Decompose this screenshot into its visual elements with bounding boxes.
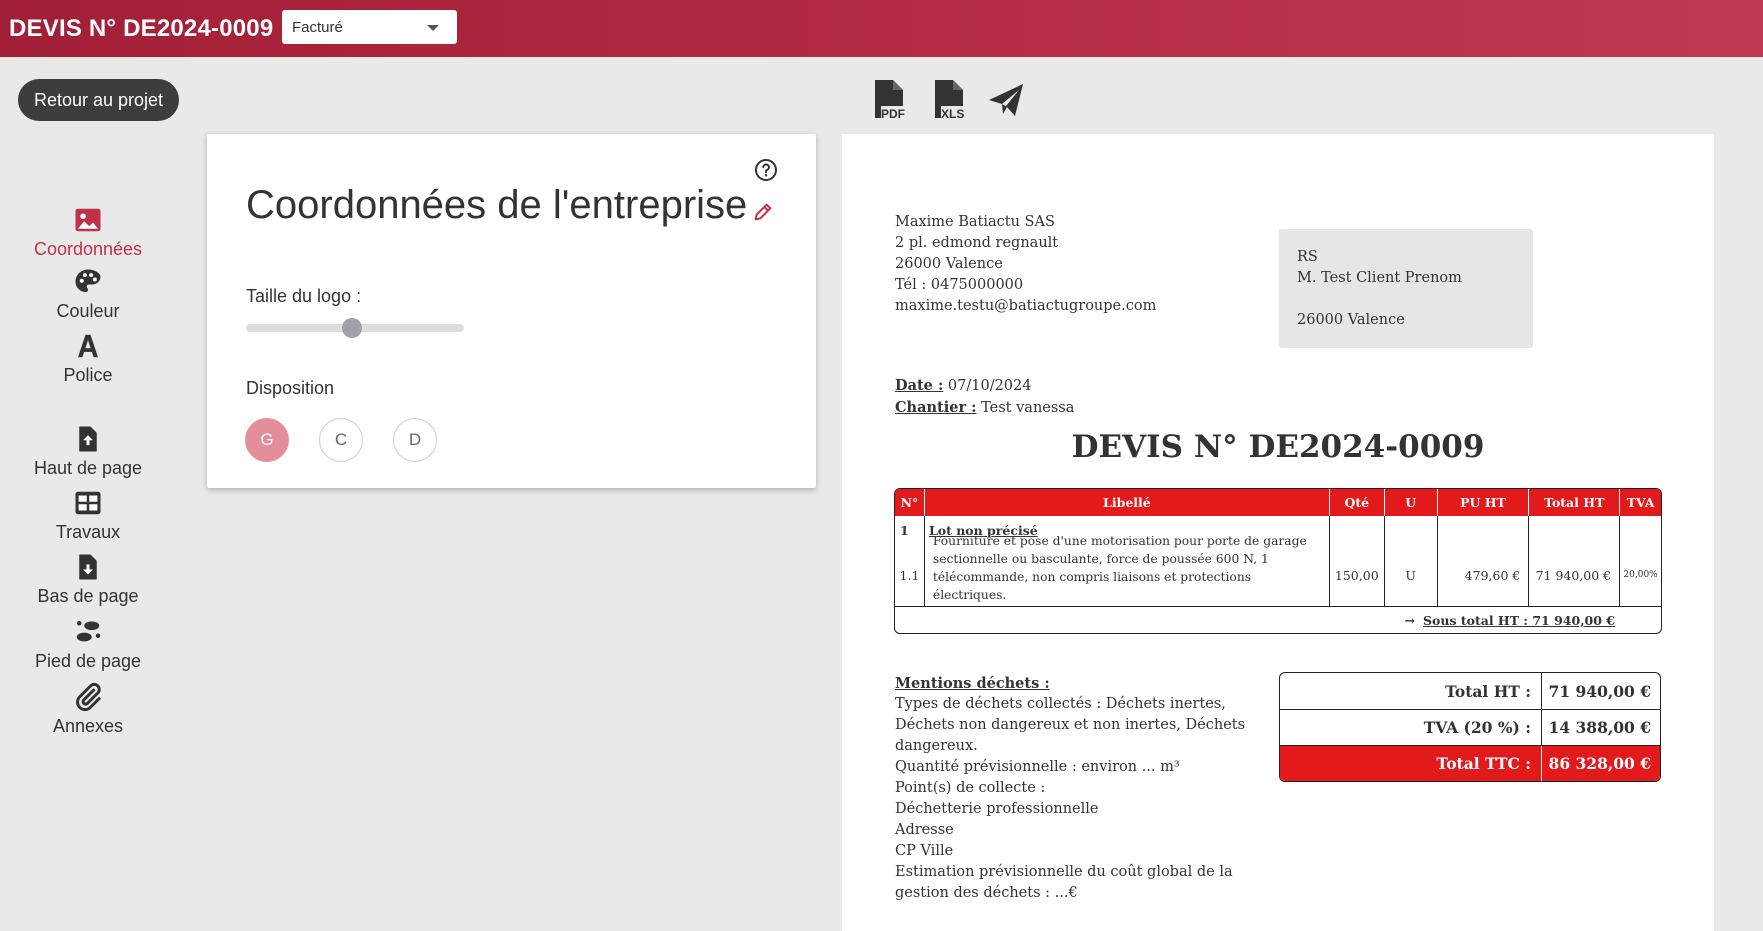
- company-address: Maxime Batiactu SAS 2 pl. edmond regnaul…: [895, 214, 1157, 314]
- quote-document: Maxime Batiactu SAS 2 pl. edmond regnaul…: [842, 134, 1714, 931]
- export-xls-icon[interactable]: XLS: [931, 78, 969, 120]
- settings-card: Coordonnées de l'entreprise Taille du lo…: [207, 134, 816, 488]
- disposition-center-button[interactable]: C: [319, 418, 363, 462]
- file-upload-icon: [79, 426, 97, 452]
- file-download-icon: [79, 554, 97, 580]
- image-icon: [75, 208, 101, 232]
- waste-mentions: Mentions déchets : Types de déchets coll…: [895, 675, 1246, 901]
- back-to-project-button[interactable]: Retour au projet: [18, 79, 179, 121]
- sidebar-item-coordonnees[interactable]: Coordonnées: [0, 205, 176, 260]
- sidebar-item-travaux[interactable]: Travaux: [0, 488, 176, 543]
- sidebar-item-haut-de-page[interactable]: Haut de page: [0, 424, 176, 479]
- palette-icon: [75, 269, 101, 292]
- table-icon: [75, 491, 101, 515]
- disposition-label: Disposition: [246, 378, 335, 398]
- quote-table: N° Libellé Qté U PU HT Total HT TVA 1 Lo…: [894, 488, 1662, 634]
- status-value: Facturé: [292, 18, 343, 36]
- chevron-down-icon: [427, 25, 439, 31]
- pencil-icon[interactable]: [752, 201, 774, 223]
- sidebar-item-couleur[interactable]: Couleur: [0, 267, 176, 322]
- table-row: 1.1 Fourniture et pose d'une motorisatio…: [895, 534, 1661, 606]
- footprints-icon: [76, 621, 101, 642]
- tva-row: TVA (20 %) : 14 388,00 €: [1280, 709, 1660, 745]
- font-icon: [78, 334, 98, 358]
- total-ht-row: Total HT : 71 940,00 €: [1280, 673, 1660, 709]
- card-title: Coordonnées de l'entreprise: [246, 183, 748, 227]
- help-icon[interactable]: [754, 158, 778, 182]
- disposition-right-button[interactable]: D: [393, 418, 437, 462]
- sidebar-item-bas-de-page[interactable]: Bas de page: [0, 552, 176, 607]
- table-header: N° Libellé Qté U PU HT Total HT TVA: [895, 489, 1661, 516]
- totals-table: Total HT : 71 940,00 € TVA (20 %) : 14 3…: [1279, 672, 1661, 782]
- document-title: DEVIS N° DE2024-0009: [1071, 429, 1485, 465]
- total-ttc-row: Total TTC : 86 328,00 €: [1280, 745, 1660, 781]
- arrow-right-icon: →: [1404, 612, 1415, 628]
- svg-text:PDF: PDF: [881, 107, 905, 120]
- disposition-left-button[interactable]: G: [245, 418, 289, 462]
- subtotal-row: → Sous total HT : 71 940,00 €: [895, 606, 1661, 633]
- top-bar: DEVIS N° DE2024-0009 Facturé: [0, 0, 1763, 57]
- sidebar-item-police[interactable]: Police: [0, 331, 176, 386]
- status-select[interactable]: Facturé: [282, 10, 457, 44]
- svg-text:XLS: XLS: [941, 107, 964, 120]
- logo-size-slider-thumb[interactable]: [342, 318, 362, 338]
- send-icon[interactable]: [987, 78, 1025, 120]
- client-address: RS M. Test Client Prenom 26000 Valence: [1279, 229, 1533, 348]
- export-pdf-icon[interactable]: PDF: [871, 78, 909, 120]
- sidebar-item-annexes[interactable]: Annexes: [0, 682, 176, 737]
- page-title: DEVIS N° DE2024-0009: [9, 14, 274, 42]
- sidebar-item-pied-de-page[interactable]: Pied de page: [0, 617, 176, 672]
- quote-meta: Date : 07/10/2024 Chantier : Test vaness…: [895, 377, 1075, 416]
- logo-size-label: Taille du logo :: [246, 286, 362, 306]
- paperclip-icon: [76, 682, 101, 712]
- quote-site: Test vanessa: [981, 400, 1075, 416]
- quote-date: 07/10/2024: [947, 378, 1032, 394]
